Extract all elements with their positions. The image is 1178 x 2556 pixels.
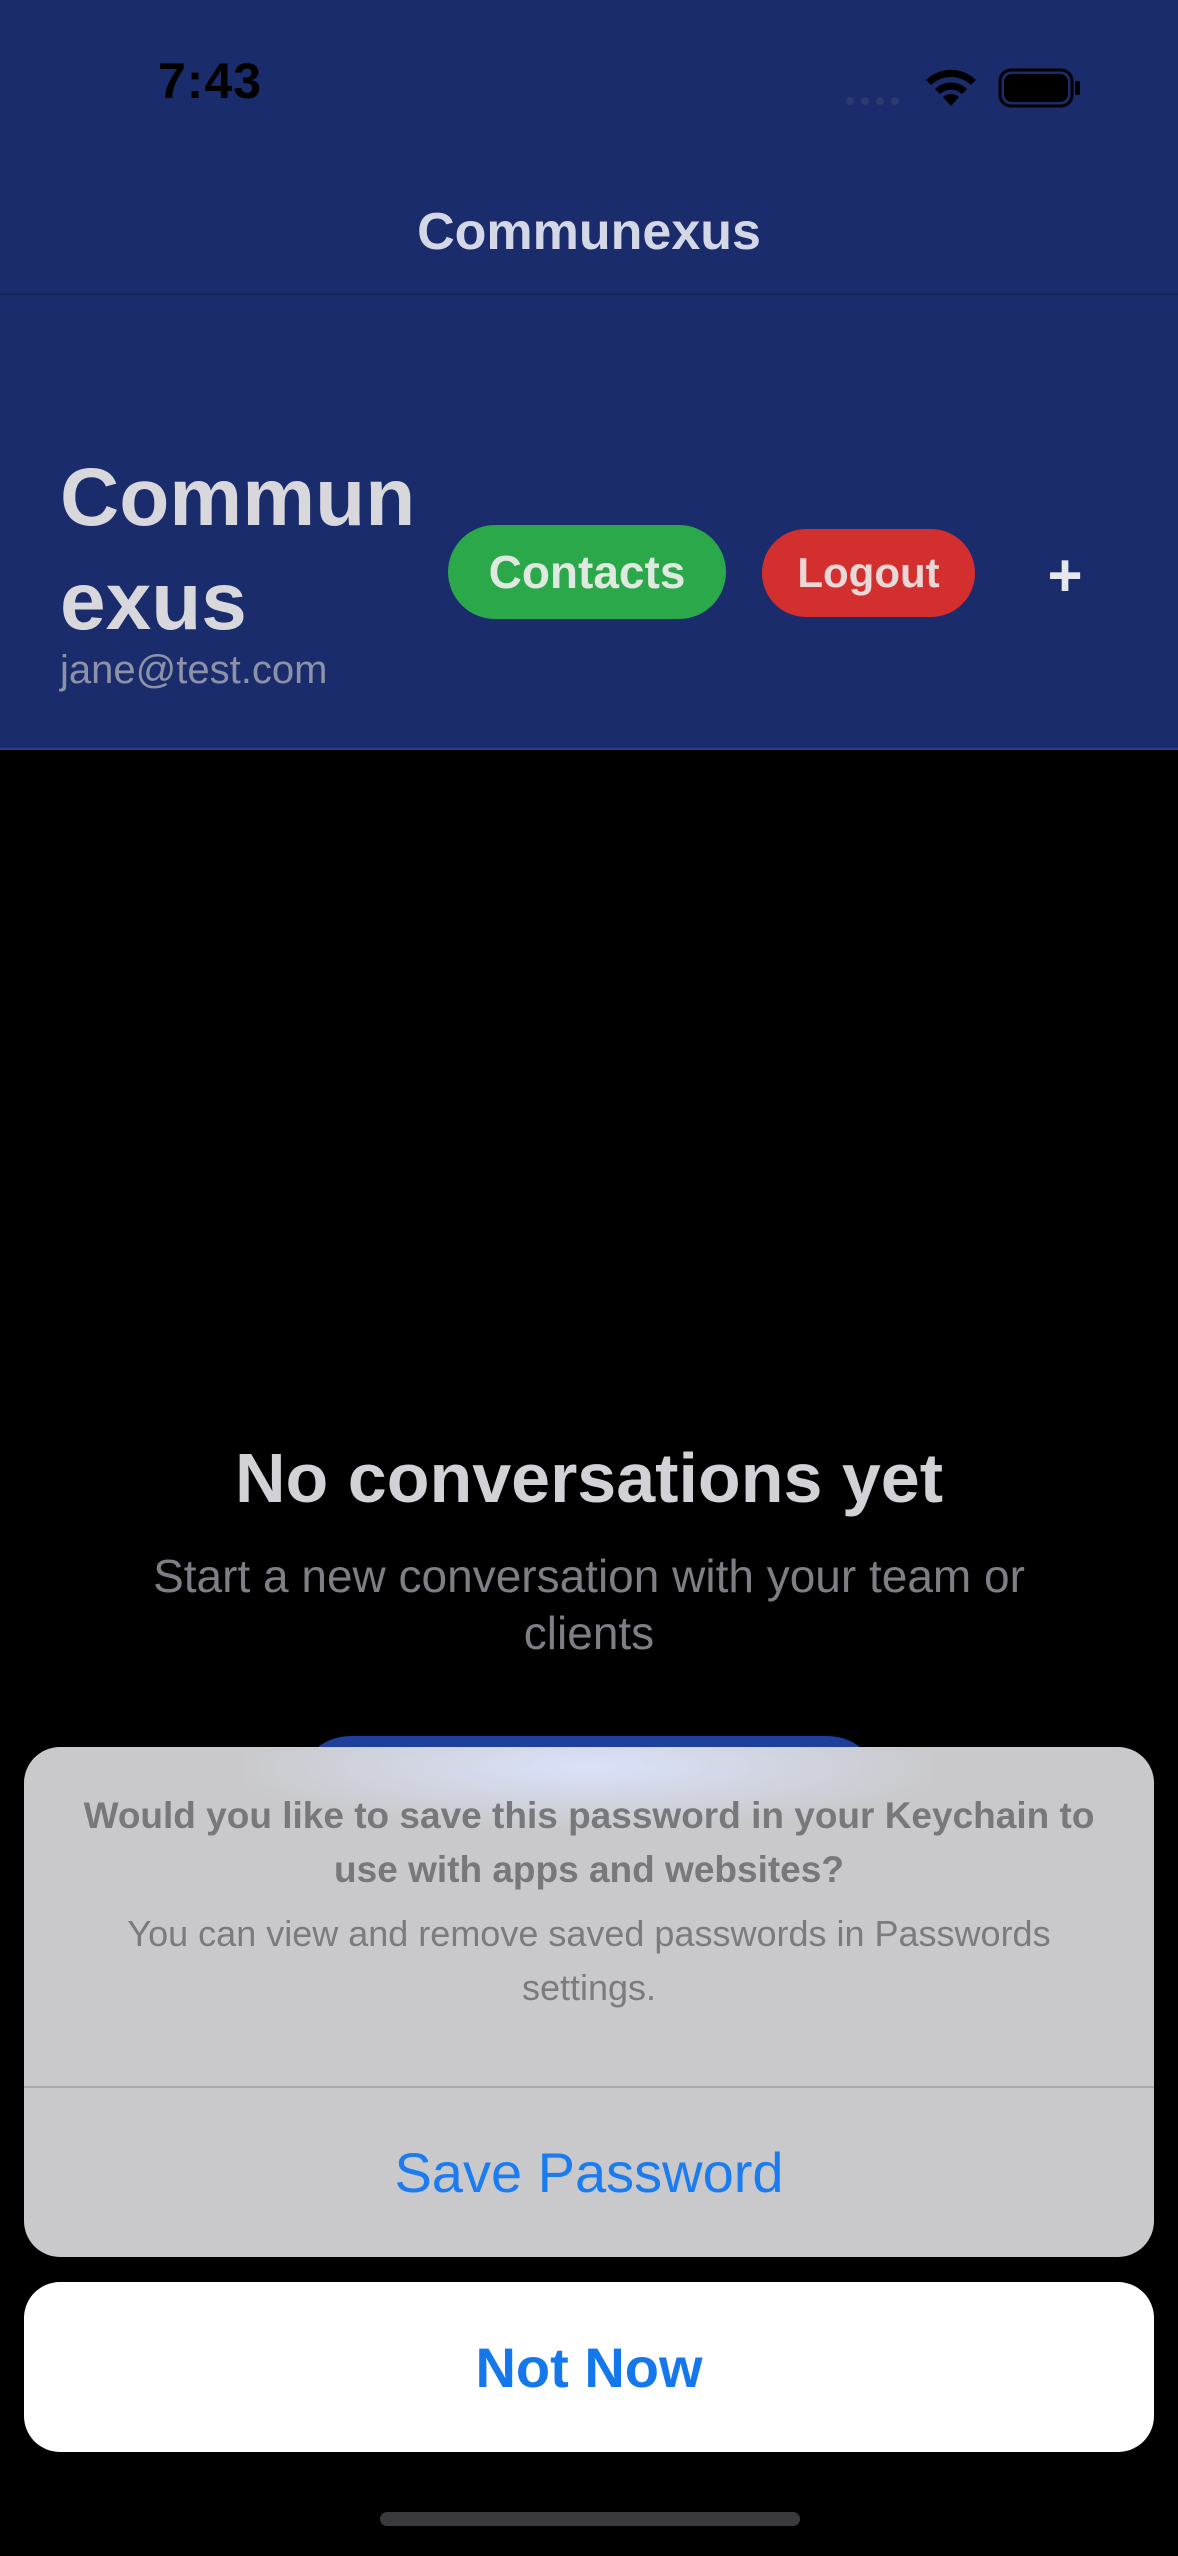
- header-divider: [0, 748, 1178, 750]
- save-password-action-sheet: Would you like to save this password in …: [24, 1747, 1154, 2257]
- app-header: 7:43 Communexus Commun exus jane@test.co…: [0, 0, 1178, 750]
- action-sheet-message: You can view and remove saved passwords …: [127, 1913, 1051, 2008]
- not-now-button[interactable]: Not Now: [24, 2282, 1154, 2452]
- home-indicator[interactable]: [380, 2512, 800, 2526]
- save-password-button[interactable]: Save Password: [24, 2088, 1154, 2257]
- user-email: jane@test.com: [60, 648, 328, 692]
- cellular-signal-icon: [846, 97, 899, 105]
- empty-state-subtitle: Start a new conversation with your team …: [153, 1550, 1025, 1659]
- nav-title: Communexus: [417, 203, 761, 261]
- logout-button[interactable]: Logout: [762, 529, 975, 617]
- new-conversation-plus-button[interactable]: +: [1030, 540, 1100, 610]
- wifi-icon: [926, 69, 976, 106]
- contacts-button[interactable]: Contacts: [448, 525, 726, 619]
- battery-icon: [998, 68, 1080, 108]
- status-time: 7:43: [158, 53, 263, 109]
- empty-state-title: No conversations yet: [235, 1439, 943, 1517]
- app-screen: 7:43 Communexus Commun exus jane@test.co…: [0, 0, 1178, 2556]
- nav-divider: [0, 293, 1178, 295]
- brand-title: Commun exus: [60, 452, 416, 647]
- action-sheet-title: Would you like to save this password in …: [83, 1795, 1095, 1890]
